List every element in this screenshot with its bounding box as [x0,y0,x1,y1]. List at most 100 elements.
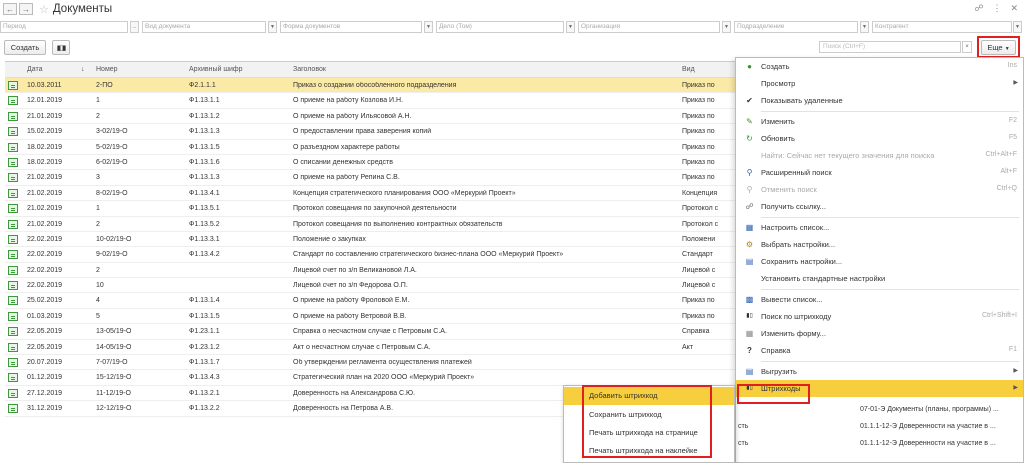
back-button[interactable]: ← [3,3,17,15]
menu-change-form[interactable]: ▦ Изменить форму... [736,325,1023,342]
favorite-star-icon[interactable]: ☆ [39,3,49,16]
barcode-search-button[interactable]: ▮▯▮ [52,40,70,55]
period-select-button[interactable]: ... [130,21,139,33]
document-icon [8,265,18,275]
cell-archive: Ф1.13.1.1 [189,97,220,105]
menu-find[interactable]: Найти: Сейчас нет текущего значения для … [736,147,1023,164]
case-dropdown[interactable]: ▼ [566,21,575,33]
cell-date: 21.01.2019 [27,112,63,120]
cell-date: 27.12.2019 [27,389,63,397]
menu-cancel-search[interactable]: ⚲ Отменить поиск Ctrl+Q [736,181,1023,198]
department-dropdown[interactable]: ▼ [860,21,869,33]
counterparty-dropdown[interactable]: ▼ [1013,21,1022,33]
case-filter[interactable]: Дело (Том) [436,21,564,33]
cell-date: 12.01.2019 [27,97,63,105]
document-icon [8,96,18,106]
menu-help[interactable]: ? Справка F1 [736,342,1023,359]
cell-number: 4 [96,297,100,305]
menu-create[interactable]: ● Создать Ins [736,58,1023,75]
check-icon: ✔ [746,96,753,105]
link-icon: ☍ [745,202,754,211]
barcode-icon: ▮▯ [746,313,753,319]
cell-kind: Приказ по [682,97,715,105]
cell-kind: Приказ по [682,82,715,89]
cell-date: 10.03.2011 [27,82,62,89]
doc-kind-filter[interactable]: Вид документа [142,21,266,33]
cell-title: О приеме на работу Ветровой В.В. [293,312,407,320]
menu-view[interactable]: Просмотр ▶ [736,75,1023,92]
cell-archive: Ф1.13.1.5 [189,143,220,151]
cell-number: 10 [96,282,104,290]
cell-archive: Ф1.13.1.7 [189,359,220,367]
output-list-icon: ▩ [745,295,754,304]
menu-barcode-search[interactable]: ▮▯ Поиск по штрихкоду Ctrl+Shift+I [736,308,1023,325]
col-title[interactable]: Заголовок [293,66,673,73]
cell-number: 10-02/19-О [96,235,132,243]
period-filter[interactable]: Период [0,21,128,33]
organization-filter[interactable]: Организация [578,21,720,33]
cell-title: Стратегический план на 2020 ООО «Меркури… [293,374,475,382]
menu-standard-settings[interactable]: Установить стандартные настройки [736,270,1023,287]
cell-title: О приеме на работу Козлова И.Н. [293,97,404,105]
background-row: сть 01.1.1-12-Э Доверенности на участие … [738,423,996,430]
col-archive[interactable]: Архивный шифр [189,66,243,73]
cell-archive: Ф1.13.3.1 [189,235,220,243]
cell-date: 22.05.2019 [27,328,63,336]
cell-kind: Справка [682,328,710,336]
cell-number: 2 [96,112,100,120]
cell-title: Лицевой счет по з/п Великановой Л.А. [293,266,417,274]
page-title: Документы [52,3,113,15]
counterparty-filter[interactable]: Контрагент [872,21,1012,33]
cell-archive: Ф2.1.1.1 [189,82,216,89]
cell-archive: Ф1.23.1.2 [189,343,220,351]
cell-date: 21.02.2019 [27,174,63,182]
menu-edit[interactable]: ✎ Изменить F2 [736,113,1023,130]
export-icon: ▤ [745,367,754,376]
cell-date: 22.02.2019 [27,266,63,274]
col-kind[interactable]: Вид [682,66,737,73]
doc-kind-dropdown[interactable]: ▼ [268,21,277,33]
col-number[interactable]: Номер [96,66,118,73]
form-icon: ▦ [745,329,754,338]
menu-refresh[interactable]: ↻ Обновить F5 [736,130,1023,147]
cell-title: О списании денежных средств [293,158,393,166]
menu-export[interactable]: ▤ Выгрузить ▶ [736,363,1023,380]
create-button[interactable]: Создать [4,40,46,55]
cell-date: 01.03.2019 [27,312,63,320]
cell-kind: Акт [682,343,694,351]
link-icon[interactable]: ☍ [974,3,983,14]
menu-show-deleted[interactable]: ✔ Показывать удаленные [736,92,1023,109]
forward-button[interactable]: → [19,3,33,15]
search-clear-button[interactable]: × [962,41,972,53]
organization-dropdown[interactable]: ▼ [722,21,731,33]
search-input[interactable]: Поиск (Ctrl+F) [819,41,961,53]
cell-kind: Приказ по [682,128,715,136]
cell-number: 13-05/19-О [96,328,132,336]
menu-output-list[interactable]: ▩ Вывести список... [736,291,1023,308]
menu-get-link[interactable]: ☍ Получить ссылку... [736,198,1023,215]
doc-form-filter[interactable]: Форма документов [280,21,422,33]
menu-advanced-search[interactable]: ⚲ Расширенный поиск Alt+F [736,164,1023,181]
document-icon [8,188,18,198]
cell-archive: Ф1.13.1.4 [189,297,220,305]
cell-kind: Приказ по [682,158,715,166]
cell-archive: Ф1.23.1.1 [189,328,220,336]
document-icon [8,358,18,368]
more-vertical-icon[interactable]: ⋮ [992,3,1001,14]
menu-setup-list[interactable]: ▦ Настроить список... [736,219,1023,236]
cell-date: 21.02.2019 [27,220,63,228]
document-icon [8,342,18,352]
cell-date: 22.02.2019 [27,251,63,259]
menu-save-settings[interactable]: ▤ Сохранить настройки... [736,253,1023,270]
close-icon[interactable]: ✕ [1010,3,1018,14]
pencil-icon: ✎ [746,117,753,126]
cell-archive: Ф1.13.1.6 [189,158,220,166]
cell-archive: Ф1.13.2.1 [189,389,220,397]
cell-title: О приеме на работу Репина С.В. [293,174,400,182]
menu-choose-settings[interactable]: ⚙ Выбрать настройки... [736,236,1023,253]
doc-form-dropdown[interactable]: ▼ [424,21,433,33]
cell-archive: Ф1.13.4.2 [189,251,220,259]
col-date[interactable]: Дата [27,66,43,73]
department-filter[interactable]: Подразделение [734,21,858,33]
cell-date: 22.05.2019 [27,343,63,351]
